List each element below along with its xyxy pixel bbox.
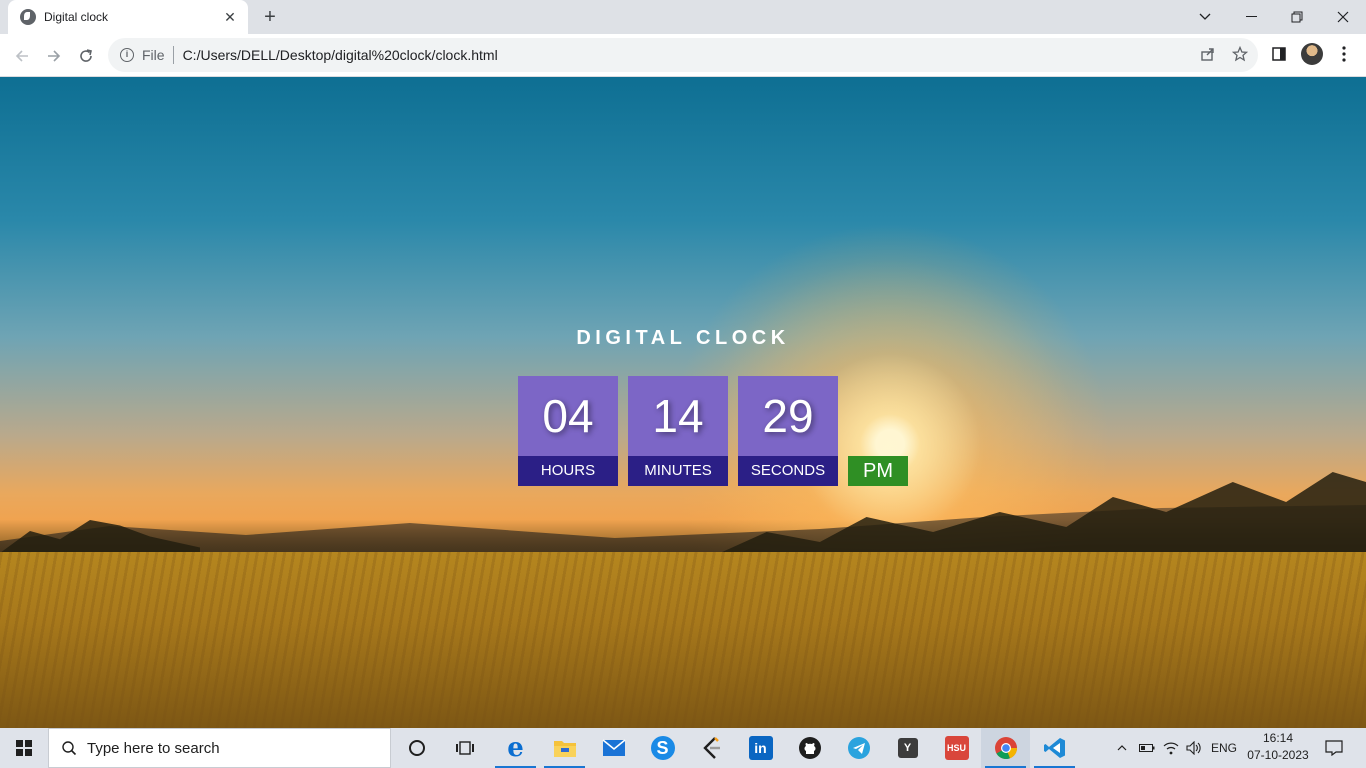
side-panel-icon[interactable]: [1267, 42, 1291, 66]
notification-icon: [1325, 740, 1343, 756]
vscode-icon: [1043, 738, 1065, 758]
cortana-button[interactable]: [392, 728, 441, 768]
forward-button[interactable]: [40, 42, 68, 70]
hours-unit: 04 HOURS: [518, 376, 618, 486]
notifications-button[interactable]: [1318, 728, 1350, 768]
windows-logo-icon: [16, 740, 32, 756]
wifi-icon[interactable]: [1160, 728, 1182, 768]
am-pm-badge: PM: [848, 456, 908, 486]
edge-button[interactable]: e: [491, 728, 540, 768]
chevron-up-icon: [1117, 745, 1127, 751]
share-icon[interactable]: [1196, 42, 1220, 66]
bookmark-star-icon[interactable]: [1228, 42, 1252, 66]
task-view-icon: [455, 741, 474, 755]
search-icon: [62, 741, 77, 756]
minimize-icon: [1245, 16, 1257, 17]
telegram-icon: [847, 737, 870, 759]
globe-icon: [20, 9, 36, 25]
browser-tab[interactable]: Digital clock ✕: [8, 0, 248, 34]
profile-avatar[interactable]: [1301, 43, 1323, 65]
minutes-label: MINUTES: [628, 456, 728, 486]
github-icon: [798, 737, 821, 759]
ycombinator-button[interactable]: Y: [883, 728, 932, 768]
address-url[interactable]: C:/Users/DELL/Desktop/digital%20clock/cl…: [183, 47, 1258, 63]
taskbar-time: 16:14: [1262, 731, 1294, 745]
skype-icon: S: [650, 736, 675, 760]
seconds-unit: 29 SECONDS: [738, 376, 838, 486]
chrome-button[interactable]: [981, 728, 1030, 768]
github-button[interactable]: [785, 728, 834, 768]
telegram-button[interactable]: [834, 728, 883, 768]
address-scheme: File: [142, 47, 165, 63]
clock-title: DIGITAL CLOCK: [576, 327, 790, 349]
restore-icon: [1291, 11, 1303, 23]
minimize-button[interactable]: [1228, 0, 1274, 34]
chrome-icon: [994, 737, 1017, 760]
tab-close-icon[interactable]: ✕: [222, 9, 238, 26]
mail-button[interactable]: [589, 728, 638, 768]
chevron-down-icon: [1199, 13, 1211, 20]
menu-kebab-icon[interactable]: [1332, 42, 1356, 66]
search-placeholder: Type here to search: [87, 739, 220, 757]
edge-icon: e: [507, 733, 524, 763]
seconds-value: 29: [738, 376, 838, 456]
skype-button[interactable]: S: [638, 728, 687, 768]
vscode-button[interactable]: [1030, 728, 1079, 768]
volume-icon[interactable]: [1183, 728, 1205, 768]
digital-clock-container: DIGITAL CLOCK: [0, 327, 1366, 350]
restore-button[interactable]: [1274, 0, 1320, 34]
language-indicator[interactable]: ENG: [1208, 728, 1240, 768]
leetcode-icon: [702, 737, 720, 759]
wheat-field: [0, 552, 1366, 728]
page-viewport: DIGITAL CLOCK 04 HOURS 14 MINUTES 29 SEC…: [0, 77, 1366, 728]
back-button[interactable]: [8, 42, 36, 70]
taskbar-search-box[interactable]: Type here to search: [48, 728, 391, 768]
folder-icon: [553, 741, 576, 757]
task-view-button[interactable]: [440, 728, 489, 768]
info-icon[interactable]: i: [120, 48, 134, 62]
show-hidden-icons-button[interactable]: [1112, 728, 1132, 768]
taskbar: Type here to search e S in Y HSU ENG 16:…: [0, 728, 1366, 768]
linkedin-icon: in: [748, 736, 773, 760]
seconds-label: SECONDS: [738, 456, 838, 486]
start-button[interactable]: [0, 728, 48, 768]
linkedin-button[interactable]: in: [736, 728, 785, 768]
reload-icon: [80, 49, 92, 62]
file-explorer-button[interactable]: [540, 728, 589, 768]
tab-search-button[interactable]: [1182, 0, 1228, 34]
arrow-right-icon: [48, 50, 61, 62]
mail-icon: [601, 739, 626, 756]
address-divider: [172, 46, 174, 64]
new-tab-button[interactable]: +: [258, 5, 282, 29]
ycombinator-icon: Y: [897, 738, 918, 758]
arrow-left-icon: [15, 50, 28, 62]
digital-clock: 04 HOURS 14 MINUTES 29 SECONDS PM: [518, 376, 908, 486]
reload-button[interactable]: [72, 42, 100, 70]
hsu-app-icon: HSU: [944, 736, 969, 760]
close-icon: [1337, 11, 1349, 23]
taskbar-date: 07-10-2023: [1247, 748, 1309, 762]
hours-label: HOURS: [518, 456, 618, 486]
hsu-app-button[interactable]: HSU: [932, 728, 981, 768]
leetcode-button[interactable]: [687, 728, 736, 768]
close-window-button[interactable]: [1320, 0, 1366, 34]
battery-icon[interactable]: [1136, 728, 1158, 768]
cortana-icon: [408, 740, 425, 756]
address-bar[interactable]: i File C:/Users/DELL/Desktop/digital%20c…: [108, 38, 1258, 72]
minutes-value: 14: [628, 376, 728, 456]
tab-strip: Digital clock ✕ +: [0, 0, 1366, 34]
browser-toolbar: i File C:/Users/DELL/Desktop/digital%20c…: [0, 34, 1366, 77]
minutes-unit: 14 MINUTES: [628, 376, 728, 486]
hours-value: 04: [518, 376, 618, 456]
taskbar-clock[interactable]: 16:14 07-10-2023: [1246, 730, 1310, 764]
tab-title: Digital clock: [44, 10, 109, 24]
